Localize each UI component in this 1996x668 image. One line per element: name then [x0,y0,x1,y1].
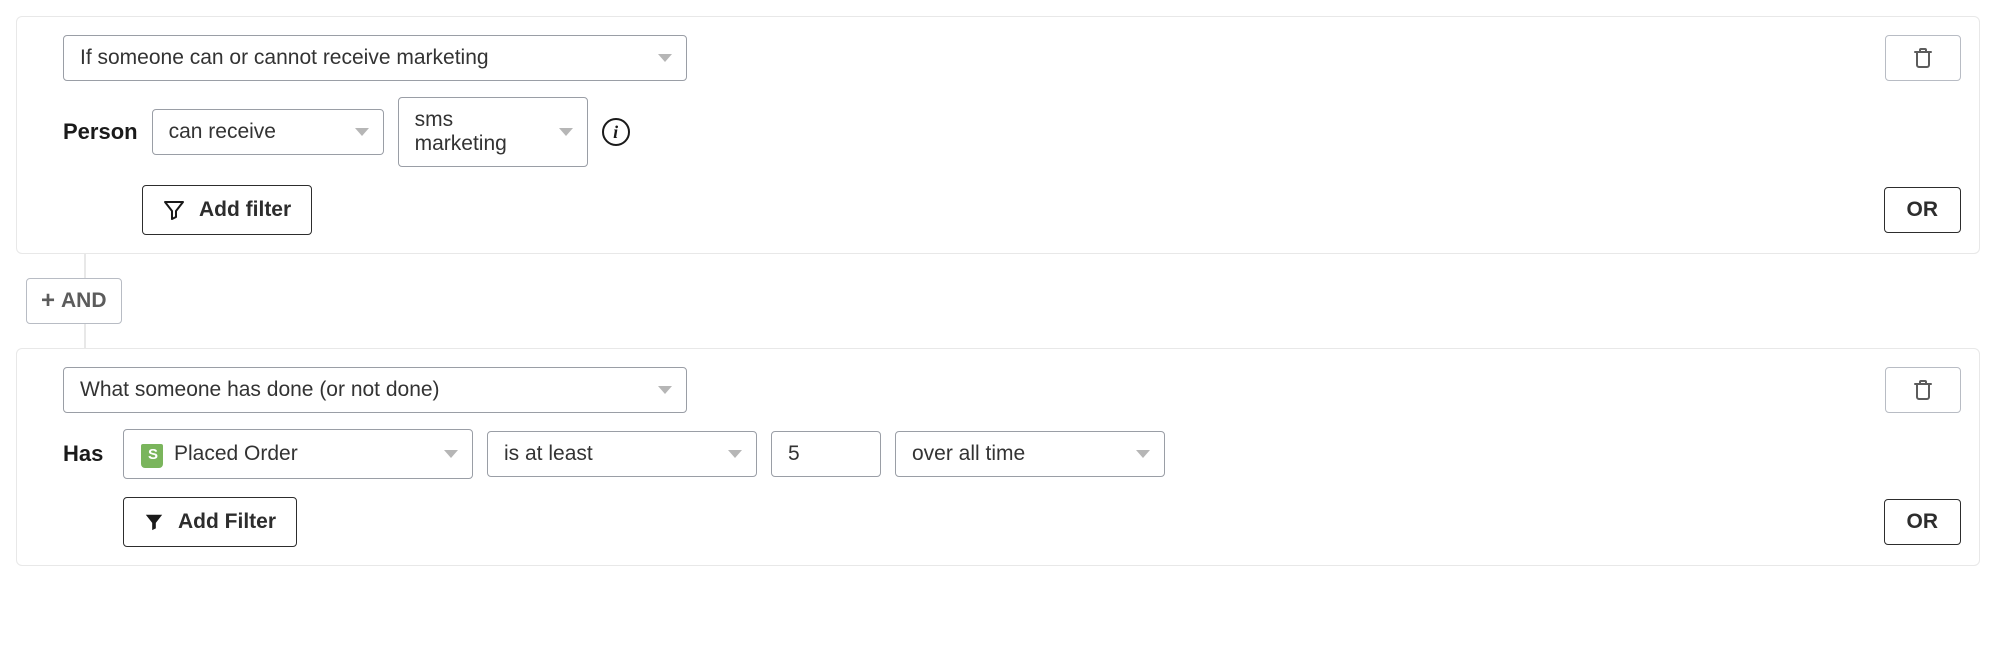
and-button[interactable]: + AND [26,278,122,324]
event-option-label: Placed Order [174,442,298,466]
chevron-down-icon [658,386,672,394]
and-label: AND [61,289,107,313]
time-range-select[interactable]: over all time [895,431,1165,477]
condition-type-label: If someone can or cannot receive marketi… [80,46,489,70]
or-label: OR [1907,510,1939,533]
and-connector: + AND [70,254,1980,348]
count-input[interactable] [771,431,881,477]
or-button[interactable]: OR [1884,187,1962,233]
condition-type-label: What someone has done (or not done) [80,378,440,402]
add-filter-button[interactable]: Add filter [142,185,312,235]
filter-actions-left: Add filter [142,185,312,235]
comparator-select[interactable]: is at least [487,431,757,477]
receive-select[interactable]: can receive [152,109,384,155]
chevron-down-icon [728,450,742,458]
chevron-down-icon [1136,450,1150,458]
filter-actions-row: Add filter OR [63,185,1961,235]
chevron-down-icon [658,54,672,62]
channel-option-label: sms marketing [415,108,543,156]
channel-select[interactable]: sms marketing [398,97,588,167]
shopify-icon: S [140,440,164,468]
or-button[interactable]: OR [1884,499,1962,545]
condition-type-select[interactable]: What someone has done (or not done) [63,367,687,413]
condition-top-row: What someone has done (or not done) [63,367,1961,413]
filter-icon [144,512,164,532]
add-filter-button[interactable]: Add Filter [123,497,297,547]
plus-icon: + [41,289,55,313]
trash-icon [1914,380,1932,400]
event-select[interactable]: S Placed Order [123,429,473,479]
comparator-option-label: is at least [504,442,593,466]
or-label: OR [1907,198,1939,221]
filter-actions-left: Add Filter [123,497,297,547]
chevron-down-icon [444,450,458,458]
condition-block-activity: What someone has done (or not done) Has … [16,348,1980,566]
info-icon[interactable]: i [602,118,630,146]
condition-type-select[interactable]: If someone can or cannot receive marketi… [63,35,687,81]
filter-icon [163,199,185,221]
trash-icon [1914,48,1932,68]
chevron-down-icon [559,128,573,136]
condition-top-row: If someone can or cannot receive marketi… [63,35,1961,81]
filter-actions-row: Add Filter OR [63,497,1961,547]
chevron-down-icon [355,128,369,136]
delete-button[interactable] [1885,35,1961,81]
segment-builder: If someone can or cannot receive marketi… [16,16,1980,566]
person-label: Person [63,119,138,145]
time-option-label: over all time [912,442,1025,466]
add-filter-label: Add filter [199,198,291,222]
add-filter-label: Add Filter [178,510,276,534]
has-label: Has [63,441,109,467]
receive-option-label: can receive [169,120,276,144]
delete-button[interactable] [1885,367,1961,413]
person-condition-row: Person can receive sms marketing i [63,97,1961,167]
condition-block-marketing: If someone can or cannot receive marketi… [16,16,1980,254]
has-condition-row: Has S Placed Order is at least over all … [63,429,1961,479]
